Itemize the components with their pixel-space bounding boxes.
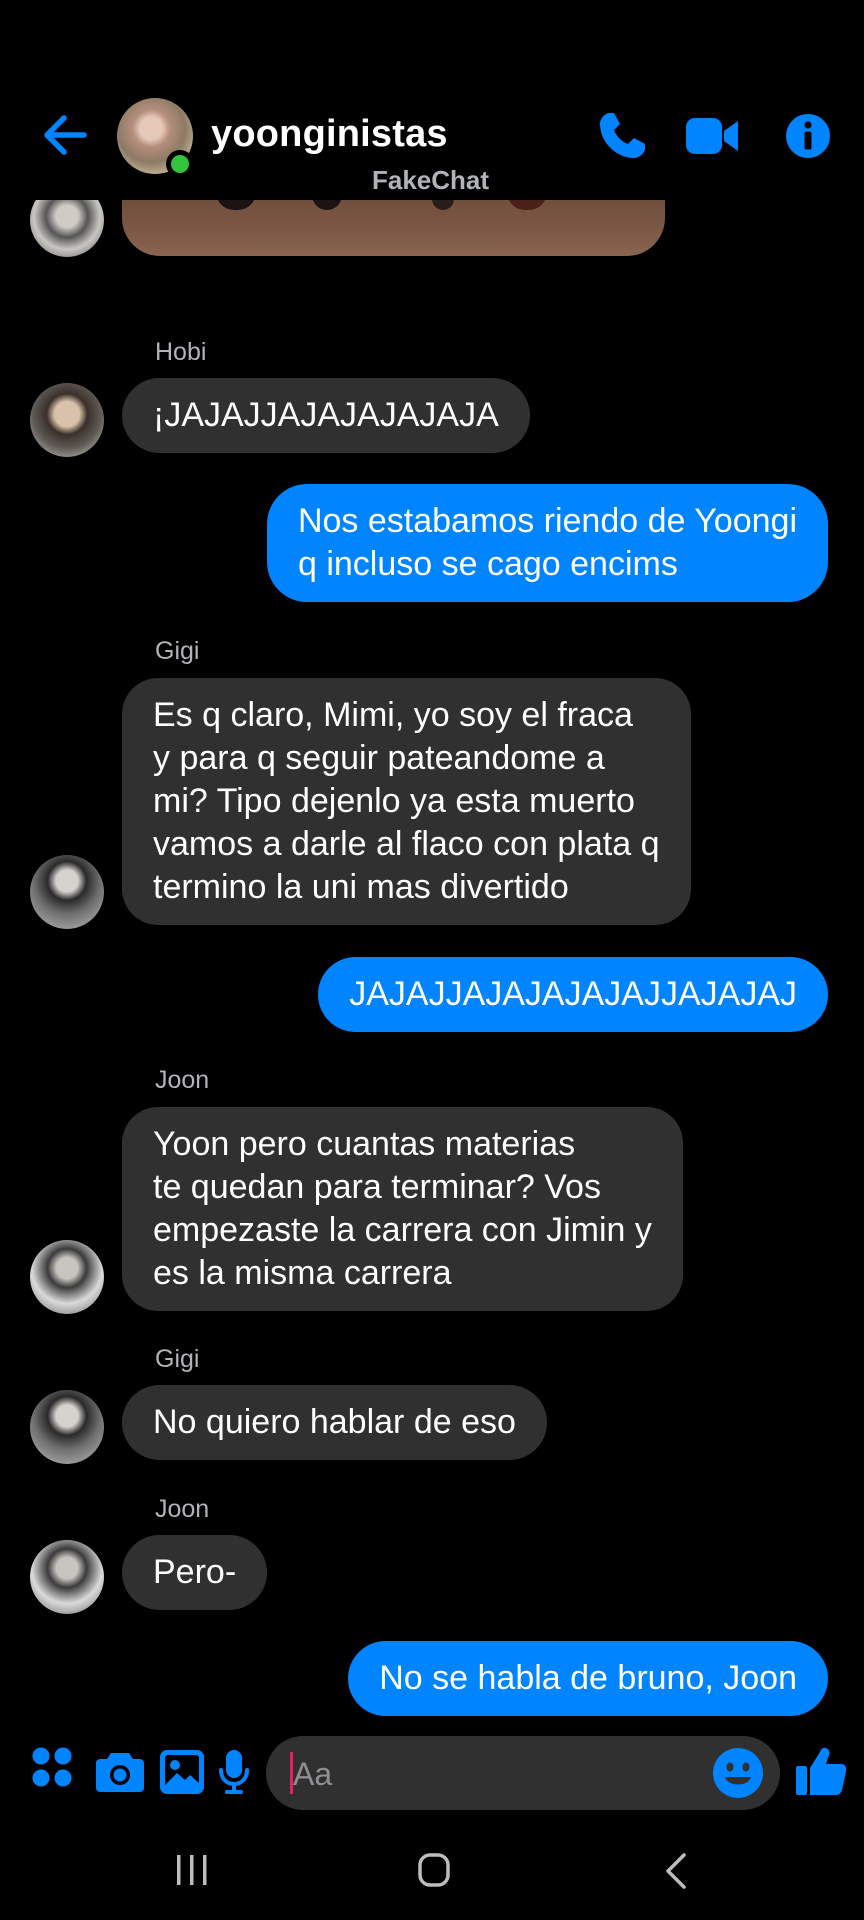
phone-call-icon[interactable] xyxy=(596,110,648,162)
sender-avatar[interactable] xyxy=(30,855,104,929)
incoming-message[interactable]: ¡JAJAJJAJAJAJAJAJA xyxy=(122,378,530,453)
recents-icon[interactable] xyxy=(175,1853,209,1887)
incoming-message[interactable]: Pero- xyxy=(122,1535,268,1610)
home-icon[interactable] xyxy=(417,1851,451,1889)
sender-name: Gigi xyxy=(155,637,200,665)
incoming-message[interactable]: Yoon pero cuantas materias te quedan par… xyxy=(122,1107,683,1311)
like-icon[interactable] xyxy=(795,1746,847,1796)
message-input-placeholder: Aa xyxy=(293,1756,333,1792)
sender-avatar[interactable] xyxy=(30,1240,104,1314)
online-status-dot xyxy=(166,150,194,178)
system-back-icon[interactable] xyxy=(664,1852,688,1890)
apps-icon[interactable] xyxy=(30,1745,74,1789)
sender-avatar[interactable] xyxy=(30,383,104,457)
video-call-icon[interactable] xyxy=(684,110,740,162)
chat-header: yoonginistas FakeChat xyxy=(0,0,864,200)
back-arrow-icon[interactable] xyxy=(40,112,90,158)
sender-avatar[interactable] xyxy=(30,1540,104,1614)
outgoing-message[interactable]: No se habla de bruno, Joon xyxy=(348,1641,828,1716)
sender-name: Hobi xyxy=(155,338,207,366)
microphone-icon[interactable] xyxy=(218,1749,250,1795)
chat-title[interactable]: yoonginistas xyxy=(211,113,448,156)
chat-subtitle: FakeChat xyxy=(372,165,490,195)
outgoing-message[interactable]: JAJAJJAJAJAJAJAJJAJAJAJ xyxy=(318,957,828,1032)
outgoing-message[interactable]: Nos estabamos riendo de Yoongi q incluso… xyxy=(266,484,828,602)
incoming-message[interactable]: No quiero hablar de eso xyxy=(122,1385,547,1460)
sender-name: Joon xyxy=(155,1066,210,1094)
message-input[interactable] xyxy=(266,1736,780,1810)
info-icon[interactable] xyxy=(785,113,831,159)
gallery-icon[interactable] xyxy=(159,1749,205,1795)
sender-name: Gigi xyxy=(155,1345,200,1373)
incoming-message[interactable]: Es q claro, Mimi, yo soy el fraca y para… xyxy=(122,678,691,925)
sender-name: Joon xyxy=(155,1495,210,1523)
emoji-icon[interactable] xyxy=(712,1747,764,1799)
camera-icon[interactable] xyxy=(96,1750,144,1792)
sender-avatar[interactable] xyxy=(30,1390,104,1464)
